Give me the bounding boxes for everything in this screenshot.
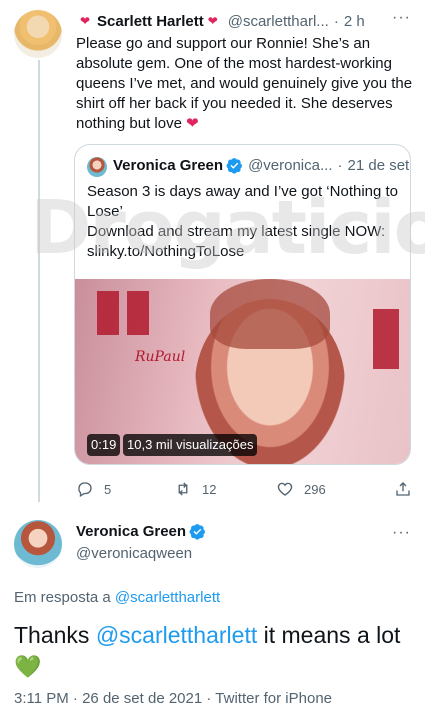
red-heart-icon: ❤ bbox=[186, 115, 199, 132]
verified-badge-icon bbox=[226, 158, 242, 174]
replying-prefix: Em resposta a bbox=[14, 589, 111, 606]
tweet-header: ❤ Scarlett Harlett ❤ @scarlettharl... · … bbox=[76, 11, 411, 31]
video-views-badge: 10,3 mil visualizações bbox=[123, 434, 258, 456]
verified-badge-icon bbox=[189, 524, 205, 540]
quoted-date: 21 de set bbox=[347, 157, 410, 174]
quoted-link[interactable]: slinky.to/NothingToLose bbox=[87, 242, 407, 262]
author-handle[interactable]: @veronicaqween bbox=[76, 545, 192, 562]
quoted-author-name: Veronica Green bbox=[113, 157, 224, 174]
tweet-text: Please go and support our Ronnie! She’s … bbox=[76, 34, 416, 134]
author-name[interactable]: Veronica Green bbox=[76, 523, 186, 540]
separator: · bbox=[206, 690, 212, 707]
share-icon bbox=[396, 482, 410, 496]
green-heart-icon: 💚 bbox=[14, 654, 42, 679]
tweet-date[interactable]: 26 de set de 2021 bbox=[82, 690, 202, 707]
retweet-count: 12 bbox=[202, 481, 217, 497]
quoted-header: Veronica Green @veronica... · 21 de set bbox=[113, 157, 409, 174]
reply-text-end: it means a lot bbox=[263, 622, 401, 648]
like-count: 296 bbox=[304, 481, 326, 497]
tweet-body: Please go and support our Ronnie! She’s … bbox=[76, 35, 413, 132]
reply-icon bbox=[78, 482, 92, 497]
reply-count: 5 bbox=[104, 481, 112, 497]
retweet-button[interactable]: 12 bbox=[174, 480, 216, 498]
reply-button[interactable]: 5 bbox=[76, 480, 111, 498]
backdrop-panel bbox=[97, 291, 119, 335]
author-name[interactable]: Scarlett Harlett bbox=[97, 13, 204, 30]
backdrop-panel bbox=[373, 309, 399, 369]
tweet-meta: 3:11 PM · 26 de set de 2021 · Twitter fo… bbox=[14, 690, 332, 707]
heart-badge-icon: ❤ bbox=[80, 13, 91, 28]
performer-hair bbox=[210, 279, 330, 349]
thread-connector bbox=[38, 60, 40, 502]
tweet-age[interactable]: 2 h bbox=[344, 13, 365, 30]
video-thumbnail[interactable]: RuPaul 0:19 10,3 mil visualizações bbox=[75, 279, 410, 464]
video-duration-badge: 0:19 bbox=[87, 434, 121, 456]
tweet-source[interactable]: Twitter for iPhone bbox=[215, 690, 332, 707]
separator: · bbox=[337, 157, 343, 174]
tweet-time[interactable]: 3:11 PM bbox=[14, 690, 69, 707]
avatar[interactable] bbox=[14, 520, 62, 568]
reply-header: Veronica Green bbox=[76, 523, 206, 540]
quoted-tweet[interactable]: Veronica Green @veronica... · 21 de set … bbox=[74, 144, 411, 465]
separator: · bbox=[333, 12, 339, 30]
quoted-line-1: Season 3 is days away and I’ve got ‘Noth… bbox=[87, 183, 399, 220]
heart-icon bbox=[277, 482, 293, 496]
heart-badge-icon: ❤ bbox=[207, 13, 218, 28]
share-button[interactable] bbox=[394, 480, 422, 498]
replying-mention[interactable]: @scarlettharlett bbox=[115, 589, 220, 606]
more-options-icon[interactable]: ··· bbox=[392, 524, 411, 542]
quoted-author-handle: @veronica... bbox=[248, 157, 333, 174]
quoted-text: Season 3 is days away and I’ve got ‘Noth… bbox=[87, 182, 407, 262]
backdrop-panel bbox=[127, 291, 149, 335]
rupaul-logo: RuPaul bbox=[135, 349, 186, 365]
like-button[interactable]: 296 bbox=[276, 480, 326, 498]
tweet-actions: 5 12 296 bbox=[76, 480, 416, 500]
reply-text: Thanks @scarlettharlett it means a lot 💚 bbox=[14, 620, 414, 682]
author-handle[interactable]: @scarlettharl... bbox=[228, 13, 329, 30]
replying-to: Em resposta a @scarlettharlett bbox=[14, 589, 220, 606]
retweet-icon bbox=[178, 482, 188, 496]
more-options-icon[interactable]: ··· bbox=[392, 9, 411, 27]
reply-mention[interactable]: @scarlettharlett bbox=[96, 622, 257, 648]
quoted-avatar bbox=[87, 157, 107, 177]
quoted-line-2: Download and stream my latest single NOW… bbox=[87, 223, 386, 240]
separator: · bbox=[72, 690, 78, 707]
reply-text-start: Thanks bbox=[14, 622, 90, 648]
avatar[interactable] bbox=[14, 10, 62, 58]
